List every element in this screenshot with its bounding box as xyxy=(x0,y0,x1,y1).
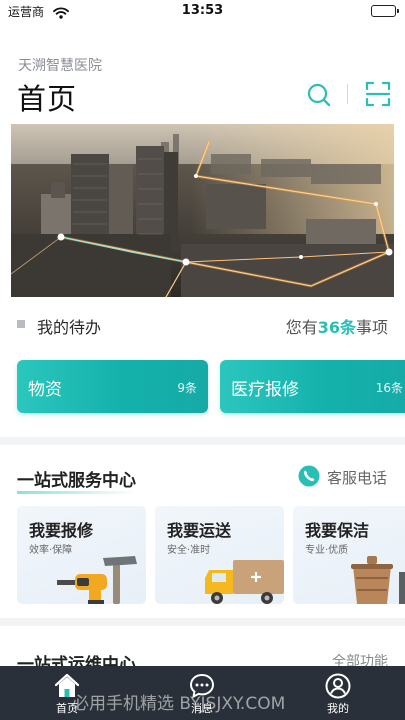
scan-icon[interactable] xyxy=(365,81,391,107)
service-center-title: 一站式服务中心 xyxy=(17,466,136,494)
todo-card-count: 9条 xyxy=(177,381,197,395)
status-time: 13:53 xyxy=(181,3,224,18)
service-card-cleaning[interactable]: 我要保洁 专业·优质 xyxy=(293,506,405,604)
page-title: 首页 xyxy=(17,82,78,116)
todo-card-name: 物资 xyxy=(28,380,62,400)
tab-label: 首页 xyxy=(56,702,78,715)
tab-home[interactable]: 首页 xyxy=(22,666,112,720)
todo-label: 我的待办 xyxy=(37,318,102,337)
user-icon xyxy=(324,672,352,700)
service-card-transport[interactable]: 我要运送 安全·准时 xyxy=(155,506,284,604)
todo-summary-suffix: 事项 xyxy=(355,318,388,337)
section-separator xyxy=(0,618,405,626)
service-card-title: 我要保洁 xyxy=(305,521,370,540)
search-icon[interactable] xyxy=(306,82,332,108)
todo-card-medical-repair[interactable]: 医疗报修 16条 xyxy=(220,360,405,413)
tab-messages[interactable]: 消息 xyxy=(157,666,247,720)
hospital-name: 天溯智慧医院 xyxy=(18,58,102,74)
service-card-repair[interactable]: 我要报修 效率·保障 xyxy=(17,506,146,604)
battery-icon xyxy=(371,5,399,17)
service-card-title: 我要报修 xyxy=(29,521,94,540)
todo-summary-prefix: 您有 xyxy=(285,318,318,337)
phone-icon xyxy=(298,465,320,487)
tab-label: 消息 xyxy=(191,702,213,715)
todo-card-name: 医疗报修 xyxy=(231,380,299,400)
service-card-subtitle: 安全·准时 xyxy=(167,545,211,556)
todo-bullet xyxy=(17,320,25,328)
todo-count: 36条 xyxy=(317,318,356,337)
section-separator xyxy=(0,437,405,445)
todo-card-supplies[interactable]: 物资 9条 xyxy=(17,360,208,413)
drill-hammer-icon xyxy=(57,556,137,604)
header-divider xyxy=(347,84,348,104)
home-icon xyxy=(53,672,81,700)
status-bar: 运营商 13:53 xyxy=(0,0,405,22)
todo-card-count: 16条 xyxy=(375,381,403,395)
todo-summary[interactable]: 您有36条事项 xyxy=(286,314,388,338)
service-card-subtitle: 专业·优质 xyxy=(305,545,349,556)
city-banner-image[interactable] xyxy=(11,124,394,297)
tab-bar: 首页 消息 我的 xyxy=(0,666,405,720)
tab-mine[interactable]: 我的 xyxy=(293,666,383,720)
message-icon xyxy=(188,672,216,700)
hotline-label: 客服电话 xyxy=(327,469,388,487)
truck-icon xyxy=(205,560,284,604)
tab-label: 我的 xyxy=(327,702,349,715)
service-card-title: 我要运送 xyxy=(167,521,232,540)
bucket-icon xyxy=(351,556,405,604)
